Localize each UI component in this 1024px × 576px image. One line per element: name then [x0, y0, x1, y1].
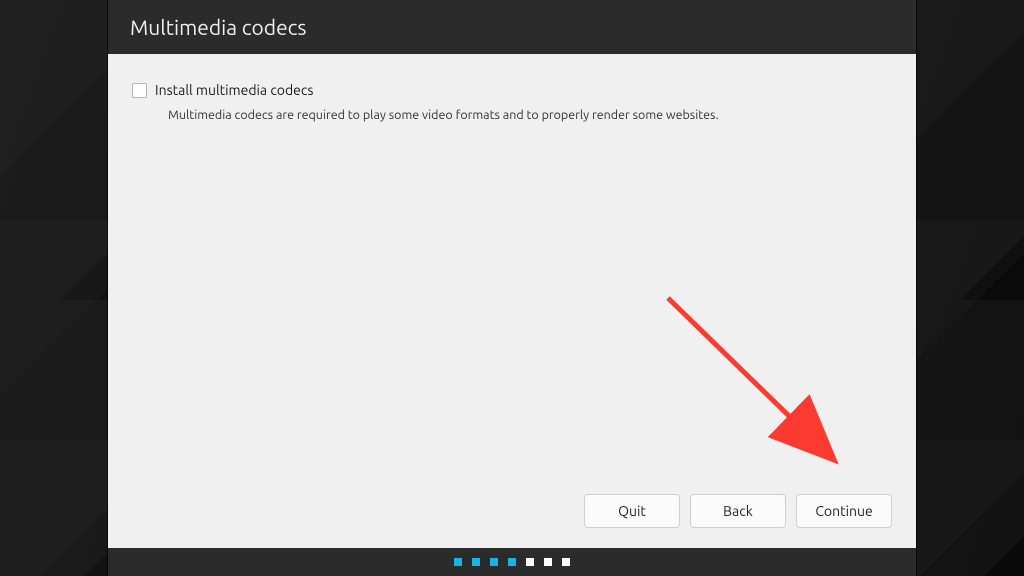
progress-dot	[454, 558, 462, 566]
progress-dots	[108, 548, 916, 576]
content-panel: Install multimedia codecs Multimedia cod…	[108, 54, 916, 548]
desktop-background: Multimedia codecs Install multimedia cod…	[0, 0, 1024, 576]
install-codecs-option[interactable]: Install multimedia codecs	[132, 82, 892, 98]
back-button[interactable]: Back	[690, 494, 786, 528]
quit-button[interactable]: Quit	[584, 494, 680, 528]
progress-dot	[508, 558, 516, 566]
spacer	[132, 122, 892, 494]
back-button-label: Back	[723, 503, 753, 519]
titlebar: Multimedia codecs	[108, 0, 916, 54]
install-codecs-checkbox[interactable]	[132, 83, 147, 98]
install-codecs-description: Multimedia codecs are required to play s…	[168, 108, 892, 122]
continue-button-label: Continue	[815, 503, 872, 519]
progress-dot	[490, 558, 498, 566]
install-codecs-label: Install multimedia codecs	[155, 82, 313, 98]
page-title: Multimedia codecs	[130, 15, 307, 39]
progress-dot	[526, 558, 534, 566]
button-row: Quit Back Continue	[132, 494, 892, 530]
progress-dot	[562, 558, 570, 566]
continue-button[interactable]: Continue	[796, 494, 892, 528]
installer-window: Multimedia codecs Install multimedia cod…	[108, 0, 916, 576]
quit-button-label: Quit	[618, 503, 646, 519]
progress-dot	[472, 558, 480, 566]
progress-dot	[544, 558, 552, 566]
